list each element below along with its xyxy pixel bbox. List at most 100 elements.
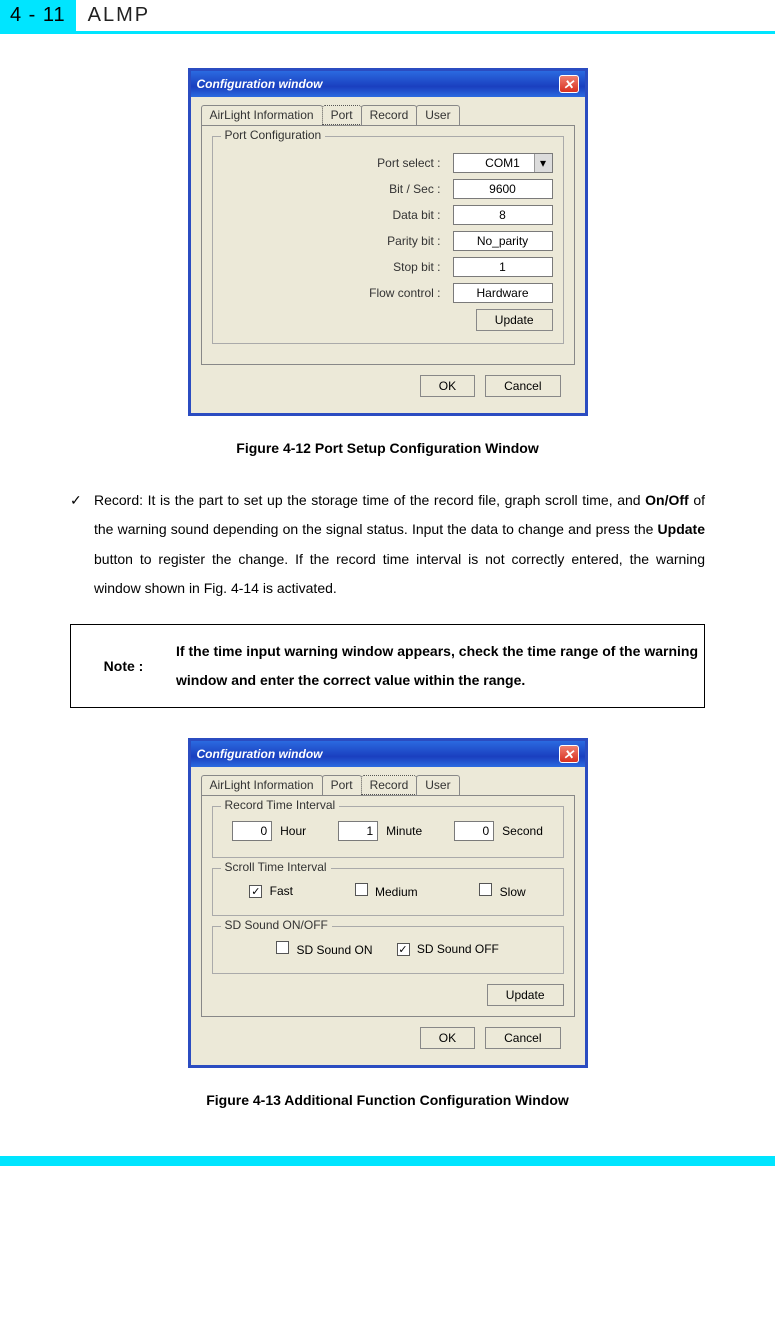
figure-1: Configuration window ✕ AirLight Informat… <box>40 68 735 416</box>
row-bit-sec: Bit / Sec : 9600 <box>223 179 553 199</box>
ok-button[interactable]: OK <box>420 375 475 397</box>
scroll-options-row: ✓ Fast Medium Slow <box>223 879 553 903</box>
config-dialog-record: Configuration window ✕ AirLight Informat… <box>188 738 588 1068</box>
second-input[interactable]: 0 <box>454 821 494 841</box>
dialog-body-2: AirLight Information Port Record User Re… <box>191 767 585 1065</box>
tab-record[interactable]: Record <box>361 775 418 795</box>
tab-row: AirLight Information Port Record User <box>201 105 575 125</box>
footer-bar <box>0 1156 775 1166</box>
group-sd-sound: SD Sound ON/OFF SD Sound ON ✓ SD Sound O… <box>212 926 564 974</box>
field-bit-sec[interactable]: 9600 <box>453 179 553 199</box>
cancel-button[interactable]: Cancel <box>485 375 560 397</box>
update-button[interactable]: Update <box>476 309 553 331</box>
row-parity-bit: Parity bit : No_parity <box>223 231 553 251</box>
label-flow-control: Flow control : <box>223 286 453 300</box>
row-stop-bit: Stop bit : 1 <box>223 257 553 277</box>
combo-port-select-value: COM1 <box>485 154 520 172</box>
group-port-config: Port Configuration Port select : COM1 ▾ … <box>212 136 564 344</box>
checkbox-icon[interactable] <box>355 883 368 896</box>
row-flow-control: Flow control : Hardware <box>223 283 553 303</box>
checkbox-icon[interactable] <box>479 883 492 896</box>
record-bullet: ✓ Record: It is the part to set up the s… <box>70 486 705 604</box>
field-data-bit[interactable]: 8 <box>453 205 553 225</box>
dialog-titlebar-2[interactable]: Configuration window ✕ <box>191 741 585 767</box>
sound-options-row: SD Sound ON ✓ SD Sound OFF <box>223 937 553 961</box>
check-icon: ✓ <box>70 486 94 604</box>
second-label: Second <box>502 824 543 838</box>
minute-input[interactable]: 1 <box>338 821 378 841</box>
field-stop-bit[interactable]: 1 <box>453 257 553 277</box>
figure-2-caption: Figure 4-13 Additional Function Configur… <box>40 1092 735 1108</box>
label-data-bit: Data bit : <box>223 208 453 222</box>
group-sound-title: SD Sound ON/OFF <box>221 918 332 932</box>
tab-panel-port: Port Configuration Port select : COM1 ▾ … <box>201 125 575 365</box>
label-bit-sec: Bit / Sec : <box>223 182 453 196</box>
label-port-select: Port select : <box>223 156 453 170</box>
record-interval-row: 0 Hour 1 Minute 0 Second <box>223 817 553 845</box>
checkbox-icon[interactable] <box>276 941 289 954</box>
slow-option[interactable]: Slow <box>479 883 525 899</box>
dialog-title-text-2: Configuration window <box>197 747 323 761</box>
figure-2: Configuration window ✕ AirLight Informat… <box>40 738 735 1068</box>
tab-airlight[interactable]: AirLight Information <box>201 105 323 125</box>
dialog-body: AirLight Information Port Record User Po… <box>191 97 585 413</box>
bullet-onoff: On/Off <box>645 492 689 508</box>
update-button[interactable]: Update <box>487 984 564 1006</box>
update-row: Update <box>223 309 553 331</box>
field-flow-control[interactable]: Hardware <box>453 283 553 303</box>
update-row-2: Update <box>212 984 564 1006</box>
group-record-interval: Record Time Interval 0 Hour 1 Minute 0 S… <box>212 806 564 858</box>
minute-label: Minute <box>386 824 422 838</box>
tab-port[interactable]: Port <box>322 105 362 125</box>
hour-label: Hour <box>280 824 306 838</box>
tab-record[interactable]: Record <box>361 105 418 125</box>
sound-on-option[interactable]: SD Sound ON <box>276 941 372 957</box>
group-title: Port Configuration <box>221 128 326 142</box>
group-record-title: Record Time Interval <box>221 798 340 812</box>
bullet-part1: Record: It is the part to set up the sto… <box>94 492 645 508</box>
group-scroll-interval: Scroll Time Interval ✓ Fast Medium <box>212 868 564 916</box>
dialog-titlebar[interactable]: Configuration window ✕ <box>191 71 585 97</box>
ok-button[interactable]: OK <box>420 1027 475 1049</box>
slow-label: Slow <box>500 885 526 899</box>
tab-airlight[interactable]: AirLight Information <box>201 775 323 795</box>
cancel-button[interactable]: Cancel <box>485 1027 560 1049</box>
page-number: 4 - 11 <box>0 0 76 31</box>
content-area: Configuration window ✕ AirLight Informat… <box>0 34 775 1148</box>
tab-user[interactable]: User <box>416 105 459 125</box>
row-port-select: Port select : COM1 ▾ <box>223 153 553 173</box>
field-parity-bit[interactable]: No_parity <box>453 231 553 251</box>
medium-option[interactable]: Medium <box>355 883 418 899</box>
checkbox-icon[interactable]: ✓ <box>249 885 262 898</box>
fast-option[interactable]: ✓ Fast <box>249 884 293 898</box>
dialog-title-text: Configuration window <box>197 77 323 91</box>
sound-on-label: SD Sound ON <box>296 943 372 957</box>
tab-panel-record: Record Time Interval 0 Hour 1 Minute 0 S… <box>201 795 575 1017</box>
fast-label: Fast <box>270 884 293 898</box>
tab-port[interactable]: Port <box>322 775 362 795</box>
sound-off-option[interactable]: ✓ SD Sound OFF <box>397 942 499 956</box>
figure-1-caption: Figure 4-12 Port Setup Configuration Win… <box>40 440 735 456</box>
record-bullet-text: Record: It is the part to set up the sto… <box>94 486 705 604</box>
group-scroll-title: Scroll Time Interval <box>221 860 331 874</box>
hour-input[interactable]: 0 <box>232 821 272 841</box>
dialog-footer-2: OK Cancel <box>201 1017 575 1055</box>
close-icon[interactable]: ✕ <box>559 745 579 763</box>
tab-user[interactable]: User <box>416 775 459 795</box>
bullet-update: Update <box>658 521 705 537</box>
chevron-down-icon[interactable]: ▾ <box>534 154 552 172</box>
tab-row-2: AirLight Information Port Record User <box>201 775 575 795</box>
bullet-part3: button to register the change. If the re… <box>94 551 705 596</box>
note-text: If the time input warning window appears… <box>176 625 704 708</box>
page-title: ALMP <box>76 0 162 31</box>
row-data-bit: Data bit : 8 <box>223 205 553 225</box>
combo-port-select[interactable]: COM1 ▾ <box>453 153 553 173</box>
checkbox-icon[interactable]: ✓ <box>397 943 410 956</box>
note-box: Note : If the time input warning window … <box>70 624 705 709</box>
page-header: 4 - 11 ALMP <box>0 0 775 34</box>
label-parity-bit: Parity bit : <box>223 234 453 248</box>
config-dialog-port: Configuration window ✕ AirLight Informat… <box>188 68 588 416</box>
close-icon[interactable]: ✕ <box>559 75 579 93</box>
medium-label: Medium <box>375 885 418 899</box>
label-stop-bit: Stop bit : <box>223 260 453 274</box>
